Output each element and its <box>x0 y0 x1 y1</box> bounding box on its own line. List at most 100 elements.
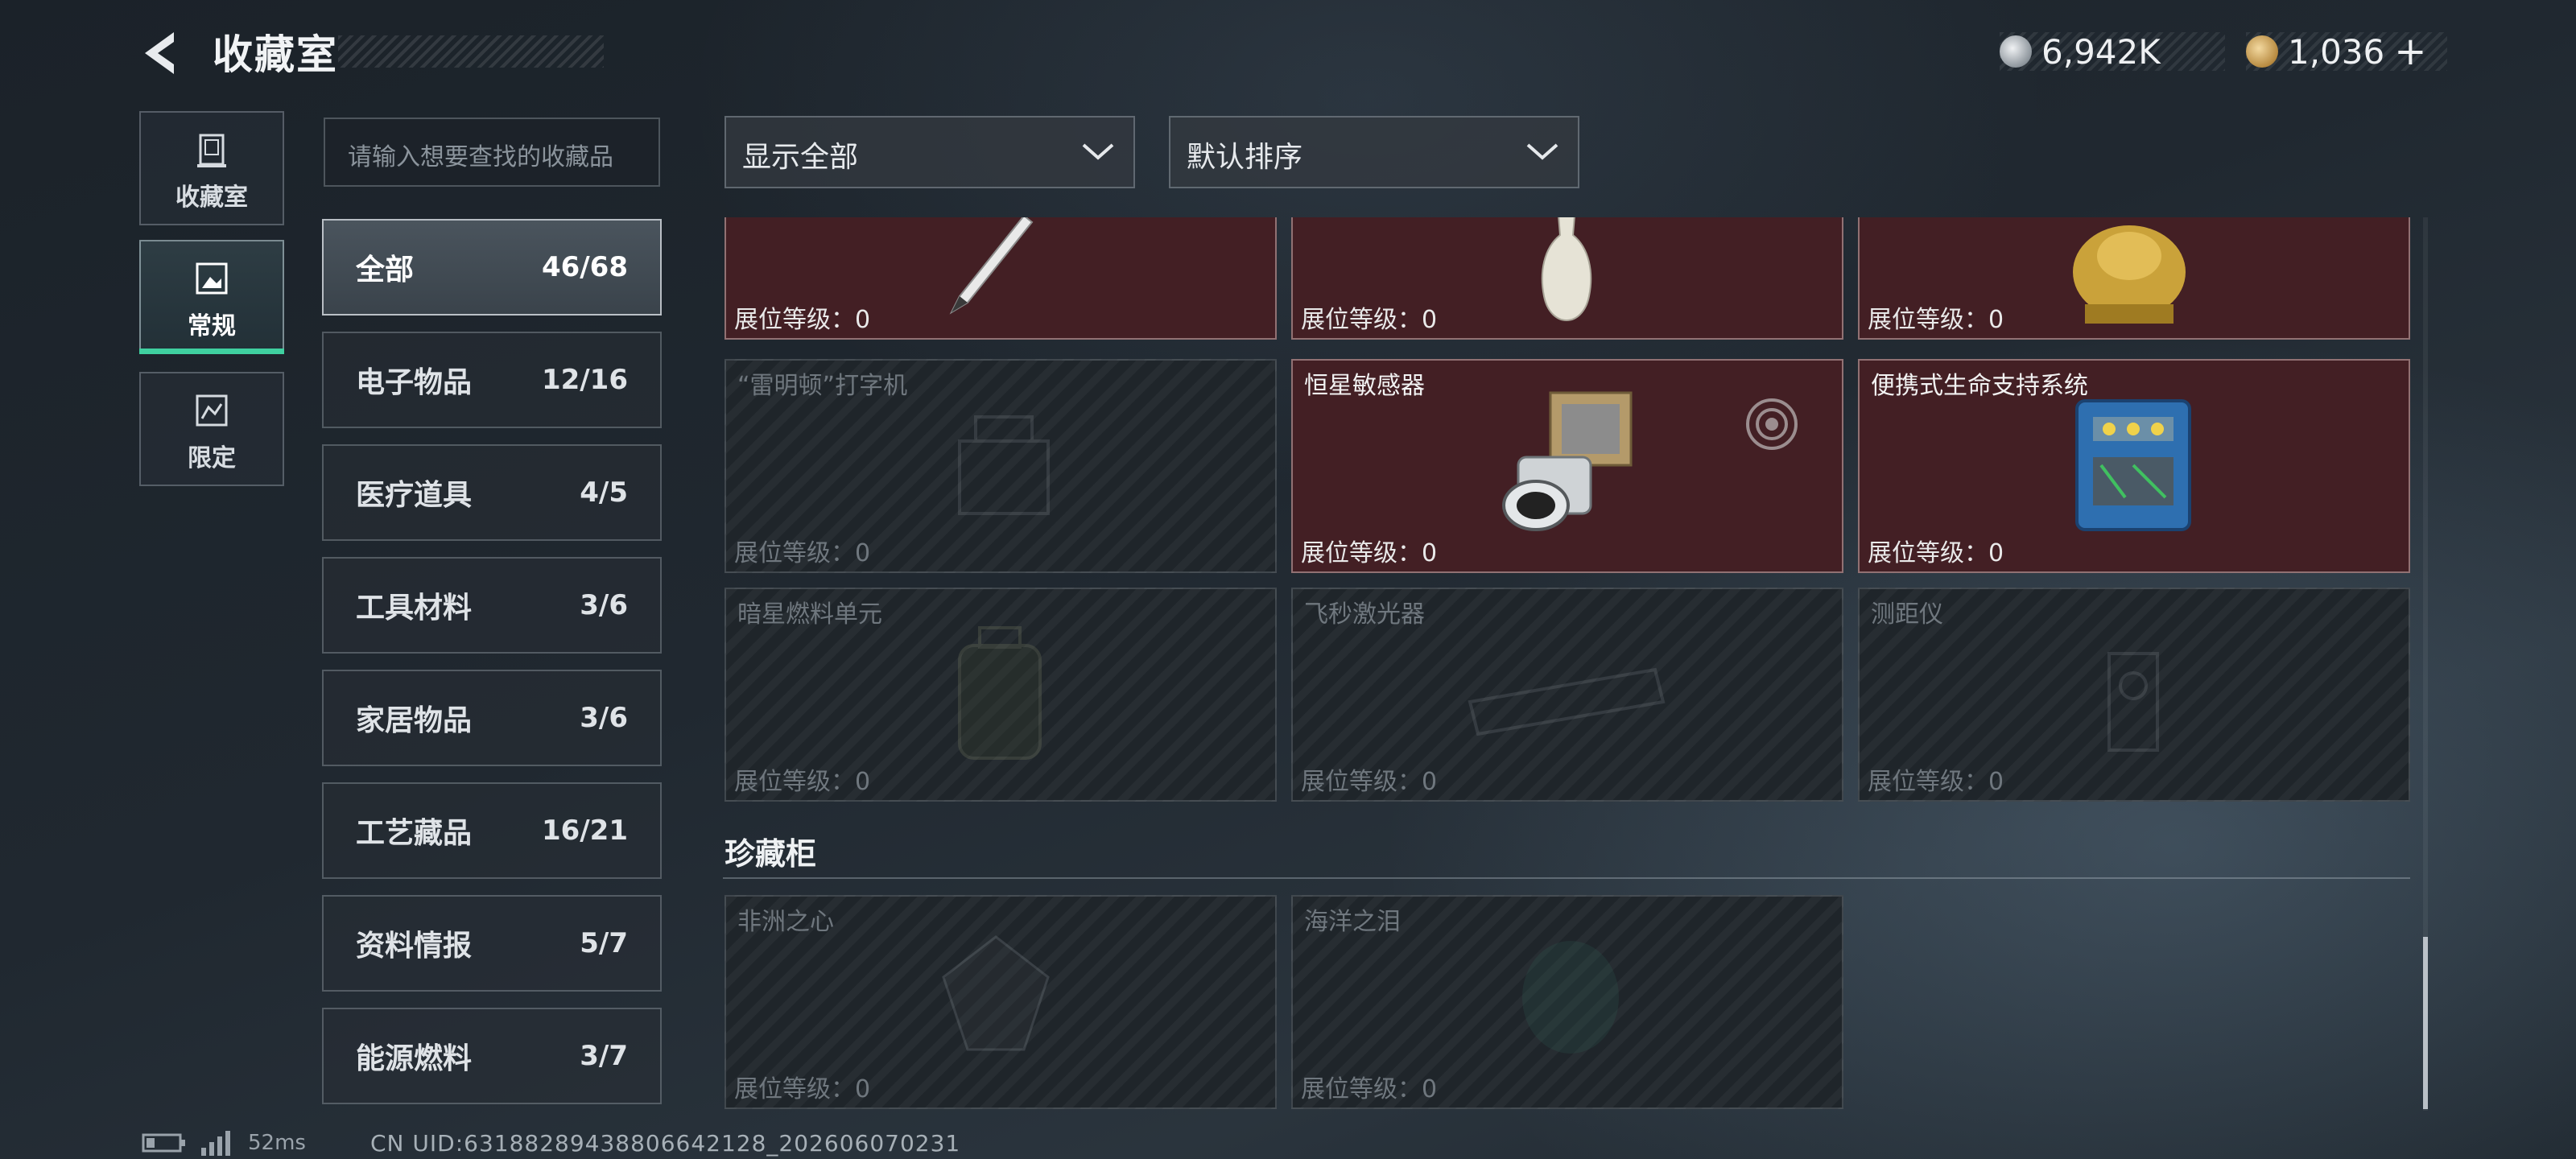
collection-card[interactable]: 非洲之心 展位等级：0 <box>724 895 1277 1109</box>
rangefinder-icon <box>2107 652 2159 752</box>
display-filter-value: 显示全部 <box>742 141 859 174</box>
golden-statue-icon <box>2073 225 2186 324</box>
nav-label: 限定 <box>188 444 236 472</box>
scrollbar-thumb[interactable] <box>2423 937 2428 1109</box>
silver-currency-value: 6,942K <box>2041 31 2161 72</box>
collection-card[interactable]: 暗星燃料单元 展位等级：0 <box>724 588 1277 802</box>
sort-dropdown[interactable]: 默认排序 <box>1169 116 1579 188</box>
nav-limited[interactable]: 限定 <box>139 372 284 486</box>
category-medical[interactable]: 医疗道具 4/5 <box>322 444 662 541</box>
diamond-icon <box>942 935 1050 1051</box>
item-name: 飞秒激光器 <box>1304 600 1425 629</box>
category-name: 电子物品 <box>356 366 473 399</box>
chevron-down-icon <box>1526 143 1558 160</box>
porcelain-vase-icon <box>1541 217 1592 322</box>
life-support-icon <box>2075 399 2191 531</box>
category-count: 46/68 <box>541 251 628 283</box>
target-badge-icon <box>1746 398 1798 450</box>
category-all[interactable]: 全部 46/68 <box>322 219 662 316</box>
image-frame-icon <box>196 262 228 295</box>
display-level: 展位等级：0 <box>1301 1075 1438 1103</box>
category-count: 16/21 <box>541 815 628 847</box>
category-count: 5/7 <box>580 927 628 959</box>
item-name: 恒星敏感器 <box>1304 372 1425 400</box>
category-count: 3/6 <box>580 589 628 621</box>
display-level: 展位等级：0 <box>734 539 871 567</box>
collection-card[interactable]: 海洋之泪 展位等级：0 <box>1291 895 1843 1109</box>
nav-collection-room[interactable]: 收藏室 <box>139 111 284 225</box>
category-electronics[interactable]: 电子物品 12/16 <box>322 332 662 428</box>
add-currency-button[interactable]: + <box>2394 29 2426 74</box>
collection-card[interactable]: 飞秒激光器 展位等级：0 <box>1291 588 1843 802</box>
category-count: 3/7 <box>580 1040 628 1072</box>
category-name: 医疗道具 <box>356 479 473 512</box>
page-title: 收藏室 <box>213 31 338 78</box>
battery-icon <box>142 1133 185 1153</box>
category-crafts[interactable]: 工艺藏品 16/21 <box>322 782 662 879</box>
collection-card[interactable]: “雷明顿”打字机 展位等级：0 <box>724 359 1277 573</box>
nav-label: 常规 <box>188 312 236 340</box>
display-filter-dropdown[interactable]: 显示全部 <box>724 116 1135 188</box>
display-level: 展位等级：0 <box>734 1075 871 1103</box>
uid-text: CN UID:6318828943880664212​8_20260607023… <box>370 1130 961 1157</box>
item-name: 非洲之心 <box>737 908 834 936</box>
category-count: 4/5 <box>580 476 628 509</box>
laser-icon <box>1468 667 1666 736</box>
limited-frame-icon <box>196 394 228 427</box>
collection-card[interactable]: 便携式生命支持系统 展位等级：0 <box>1858 359 2410 573</box>
category-energy[interactable]: 能源燃料 3/7 <box>322 1008 662 1104</box>
category-name: 工具材料 <box>356 592 473 625</box>
display-level: 展位等级：0 <box>1868 306 2004 334</box>
nav-regular[interactable]: 常规 <box>139 240 284 354</box>
collection-card[interactable]: 展位等级：0 <box>724 217 1277 340</box>
nav-label: 收藏室 <box>175 184 248 212</box>
category-name: 工艺藏品 <box>356 817 473 850</box>
category-household[interactable]: 家居物品 3/6 <box>322 670 662 766</box>
item-name: 海洋之泪 <box>1304 908 1401 936</box>
category-name: 全部 <box>356 254 415 287</box>
gold-coin-icon <box>2246 35 2278 68</box>
category-count: 12/16 <box>541 364 628 396</box>
signal-icon <box>201 1131 230 1156</box>
item-name: 测距仪 <box>1871 600 1943 629</box>
gem-icon <box>1522 941 1619 1054</box>
gold-currency-value: 1,036 <box>2288 31 2385 72</box>
silver-currency: 6,942K <box>2000 31 2225 72</box>
collection-grid[interactable]: 展位等级：0 展位等级：0 展位等级：0 “雷明顿”打字机 展位等级：0 恒星敏… <box>723 217 2421 1111</box>
back-arrow-icon[interactable] <box>137 27 188 79</box>
collection-card[interactable]: 展位等级：0 <box>1858 217 2410 340</box>
silver-coin-icon <box>2000 35 2032 68</box>
collection-card[interactable]: 测距仪 展位等级：0 <box>1858 588 2410 802</box>
display-level: 展位等级：0 <box>734 306 871 334</box>
category-intel[interactable]: 资料情报 5/7 <box>322 895 662 992</box>
category-name: 能源燃料 <box>356 1042 473 1075</box>
fuel-cell-icon <box>958 626 1042 760</box>
typewriter-icon <box>958 415 1050 515</box>
category-name: 资料情报 <box>356 930 473 963</box>
search-input[interactable]: 请输入想要查找的收藏品 <box>324 118 660 187</box>
section-title: 珍藏柜 <box>724 836 817 872</box>
item-name: “雷明顿”打字机 <box>737 372 908 400</box>
display-level: 展位等级：0 <box>1868 539 2004 567</box>
trophy-cabinet-icon <box>197 134 226 167</box>
display-level: 展位等级：0 <box>734 768 871 796</box>
chevron-down-icon <box>1082 143 1114 160</box>
category-name: 家居物品 <box>356 704 473 737</box>
display-level: 展位等级：0 <box>1301 539 1438 567</box>
collection-card[interactable]: 展位等级：0 <box>1291 217 1843 340</box>
sort-value: 默认排序 <box>1187 141 1303 174</box>
ping-value: 52ms <box>248 1131 306 1155</box>
category-tools[interactable]: 工具材料 3/6 <box>322 557 662 654</box>
star-sensor-icon <box>1502 391 1633 531</box>
item-name: 暗星燃料单元 <box>737 600 882 629</box>
display-level: 展位等级：0 <box>1868 768 2004 796</box>
item-name: 便携式生命支持系统 <box>1871 372 2088 400</box>
section-divider <box>723 877 2410 879</box>
title-decoration <box>338 35 604 68</box>
gold-currency: 1,036 + <box>2246 29 2447 74</box>
collection-card[interactable]: 恒星敏感器 展位等级：0 <box>1291 359 1843 573</box>
display-level: 展位等级：0 <box>1301 306 1438 334</box>
category-count: 3/6 <box>580 702 628 734</box>
status-bar: 52ms <box>142 1130 306 1156</box>
fountain-pen-icon <box>949 217 1034 315</box>
